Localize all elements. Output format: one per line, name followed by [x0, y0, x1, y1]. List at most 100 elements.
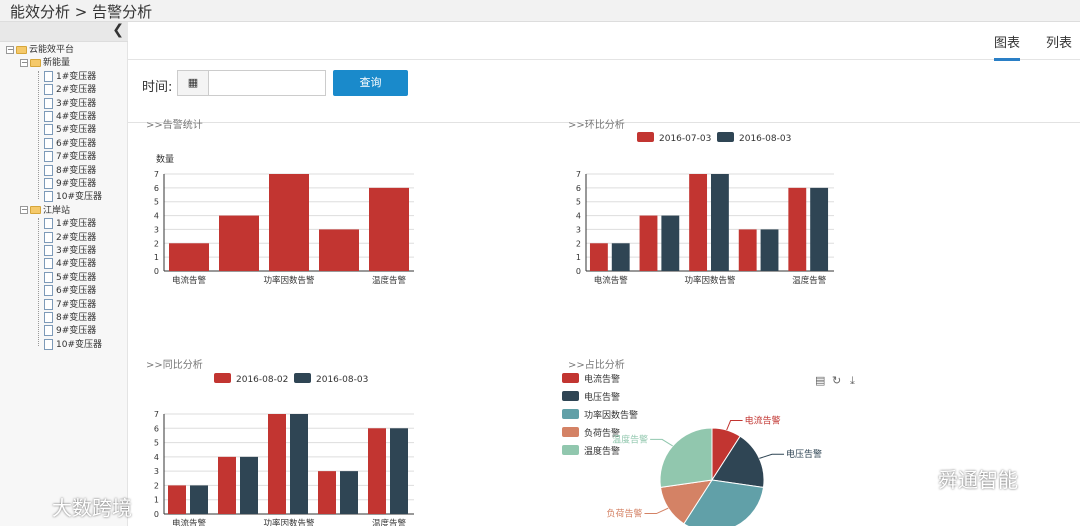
tree-root[interactable]: − 云能效平台	[6, 44, 74, 57]
tree-label: 7#变压器	[56, 299, 97, 310]
tree-item[interactable]: 1#变压器	[44, 218, 96, 231]
collapse-toggle-icon[interactable]: −	[20, 206, 28, 215]
bar	[689, 174, 708, 271]
tree-item[interactable]: 5#变压器	[44, 124, 96, 137]
y-tick-label: 4	[154, 453, 159, 462]
y-tick-label: 4	[154, 212, 159, 221]
tree-label: 新能量	[43, 58, 71, 69]
tree-line	[38, 70, 39, 199]
tree-item[interactable]: 4#变压器	[44, 111, 96, 124]
y-tick-label: 0	[154, 510, 159, 519]
bar	[661, 215, 680, 271]
file-icon	[44, 218, 53, 230]
top-bar: 能效分析 > 告警分析	[0, 0, 1080, 22]
tree-item[interactable]: 8#变压器	[44, 164, 96, 178]
legend-swatch	[717, 132, 734, 142]
tree-item[interactable]: 3#变压器	[44, 97, 96, 111]
x-tick-label: 电流告警	[594, 275, 629, 286]
tree-item[interactable]: 2#变压器	[44, 84, 96, 97]
tree-item[interactable]: 6#变压器	[44, 137, 96, 151]
tree-item[interactable]: 6#变压器	[44, 285, 96, 298]
bar	[190, 485, 208, 514]
y-tick-label: 1	[576, 253, 581, 262]
y-tick-label: 1	[154, 253, 159, 262]
pie-slice-label: 负荷告警	[606, 508, 642, 520]
file-icon	[44, 111, 53, 122]
y-tick-label: 6	[576, 184, 581, 193]
bar	[390, 428, 408, 514]
y-tick-label: 7	[576, 170, 581, 179]
legend-label: 功率因数告警	[584, 409, 638, 421]
bar	[589, 243, 608, 271]
bar	[810, 187, 829, 271]
tree-item[interactable]: 9#变压器	[44, 325, 96, 338]
tree-line	[38, 218, 39, 347]
legend-label: 2016-08-03	[739, 134, 791, 144]
y-tick-label: 7	[154, 170, 159, 179]
chevron-left-icon[interactable]: ❮	[112, 22, 124, 38]
bar	[760, 229, 779, 271]
bar	[340, 471, 358, 514]
pie-slice-label: 电流告警	[745, 415, 781, 427]
y-tick-label: 5	[154, 439, 159, 448]
tree-label: 5#变压器	[56, 272, 97, 283]
download-icon: ⤓	[850, 374, 855, 387]
tree-item[interactable]: 8#变压器	[44, 312, 96, 325]
x-tick-label: 功率因数告警	[263, 275, 315, 286]
legend-swatch	[562, 427, 579, 437]
tree-item[interactable]: 9#变压器	[44, 178, 96, 191]
tree-item[interactable]: 10#变压器	[44, 338, 102, 352]
tree-group-0[interactable]: − 新能量	[20, 57, 70, 70]
bar	[268, 414, 286, 514]
pie-label-line	[650, 438, 673, 447]
tree-item[interactable]: 3#变压器	[44, 245, 96, 258]
file-icon	[44, 312, 53, 323]
y-tick-label: 0	[154, 267, 159, 276]
pie-label-line	[644, 507, 669, 515]
tree-item[interactable]: 2#变压器	[44, 231, 97, 245]
tree-label: 江岸站	[43, 205, 71, 216]
file-icon	[44, 258, 53, 270]
file-icon	[44, 298, 53, 310]
x-tick-label: 温度告警	[372, 518, 407, 526]
sidebar: ❮ − 云能效平台 − 新能量 1#变压器 2#变压器 3#变压器 4#变压器 5#变压器 6#变…	[0, 22, 128, 526]
collapse-toggle-icon[interactable]: −	[6, 45, 14, 54]
watermark-left: 大数跨境	[52, 496, 132, 520]
y-tick-label: 5	[154, 198, 159, 207]
tree-item[interactable]: 4#变压器	[44, 258, 96, 271]
tree-label: 2#变压器	[56, 85, 97, 96]
legend-label: 2016-07-03	[659, 134, 711, 144]
legend-label: 温度告警	[584, 445, 620, 457]
legend-swatch	[562, 409, 579, 419]
legend-label: 2016-08-03	[316, 375, 368, 385]
tree-group-1[interactable]: − 江岸站	[20, 205, 70, 218]
file-icon	[44, 231, 53, 243]
tree-item[interactable]: 5#变压器	[44, 271, 97, 285]
tree-label: 1#变压器	[56, 71, 97, 82]
tree-item[interactable]: 7#变压器	[44, 298, 97, 312]
tree-label: 8#变压器	[56, 313, 97, 323]
tree-label: 2#变压器	[56, 232, 97, 243]
y-tick-label: 0	[576, 267, 581, 276]
collapse-toggle-icon[interactable]: −	[20, 58, 28, 67]
tree-item[interactable]: 10#变压器	[44, 191, 102, 204]
bar	[218, 456, 236, 514]
bar	[319, 229, 359, 271]
y-tick-label: 3	[154, 225, 159, 234]
tree-item[interactable]: 7#变压器	[44, 151, 96, 164]
legend-swatch	[562, 391, 579, 401]
y-tick-label: 4	[576, 212, 581, 221]
charts-canvas: 01234567电流告警 功率因数告警 温度告警数量01234567电流告警 功率因数…	[154, 132, 855, 526]
bar	[290, 414, 308, 514]
file-icon	[44, 338, 53, 350]
x-tick-label: 温度告警	[372, 275, 407, 286]
document-icon: ▤	[815, 374, 825, 387]
bar	[368, 428, 386, 514]
x-tick-label: 温度告警	[792, 275, 827, 286]
tree-label: 6#变压器	[56, 286, 97, 297]
tree-label: 9#变压器	[56, 179, 97, 189]
bar	[611, 243, 630, 271]
bar	[269, 174, 309, 271]
tree-item[interactable]: 1#变压器	[44, 70, 97, 84]
legend-swatch	[214, 373, 231, 383]
